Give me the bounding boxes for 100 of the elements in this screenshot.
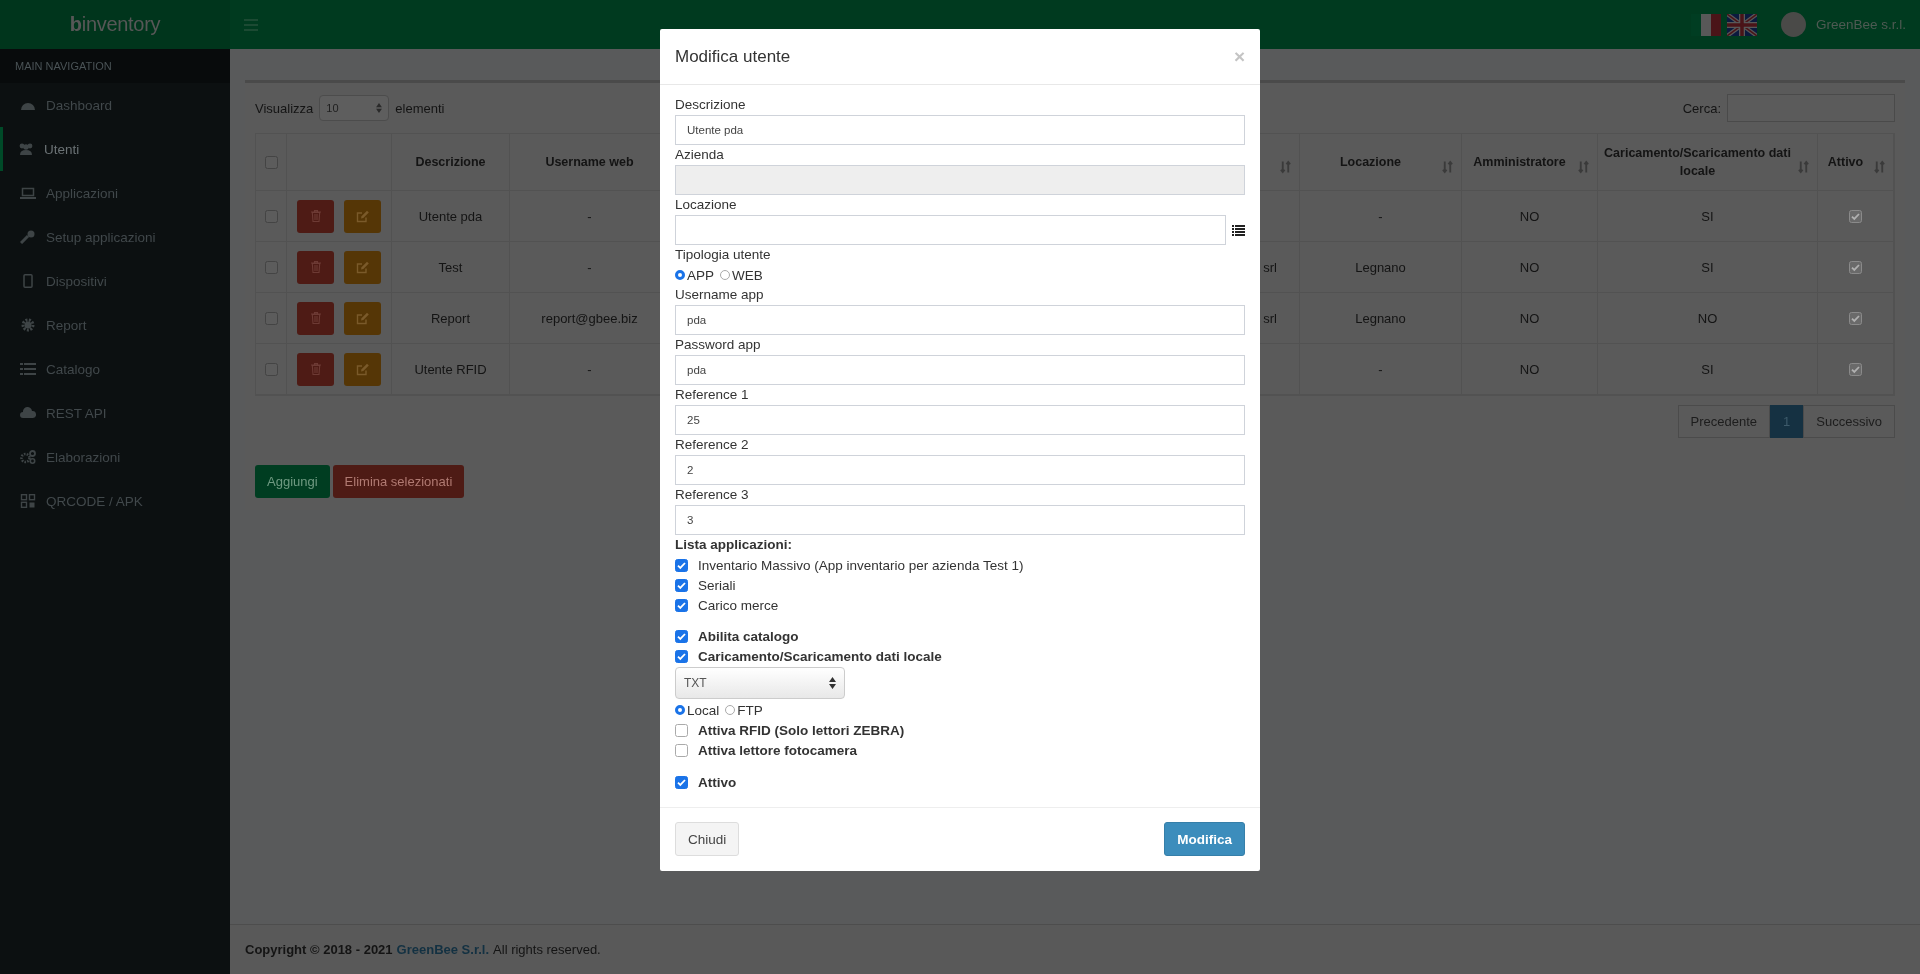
sidebar-item[interactable]: Dispositivi [0, 259, 230, 303]
text-input[interactable]: 25 [675, 405, 1245, 435]
checkbox[interactable] [675, 629, 688, 643]
checkbox-label[interactable]: Carico merce [698, 597, 779, 613]
entries-label: elementi [395, 100, 445, 116]
delete-button[interactable] [297, 352, 334, 386]
radio-button[interactable] [675, 705, 685, 715]
avatar[interactable] [1780, 12, 1806, 37]
show-label: Visualizza [255, 100, 314, 116]
checkbox-label[interactable]: Caricamento/Scaricamento dati locale [698, 648, 942, 664]
sort-icon[interactable] [1874, 160, 1885, 174]
column-header[interactable]: Attivo [1818, 134, 1894, 191]
select-arrows-icon[interactable] [829, 677, 836, 689]
checkbox-label[interactable]: Attiva lettore fotocamera [698, 742, 858, 758]
text-input[interactable]: 2 [675, 455, 1245, 485]
format-select[interactable]: TXT [675, 667, 845, 699]
table-cell: - [1300, 191, 1462, 242]
sort-icon[interactable] [1798, 160, 1809, 174]
text-input[interactable]: 3 [675, 505, 1245, 535]
checkbox-label[interactable]: Inventario Massivo (App inventario per azienda Test 1) [698, 557, 1024, 573]
column-header[interactable]: Descrizione [392, 134, 510, 191]
checkbox-label[interactable]: Attiva RFID (Solo lettori ZEBRA) [698, 722, 905, 738]
sidebar-item[interactable]: Report [0, 303, 230, 347]
search-label: Cerca: [1682, 100, 1721, 116]
field-label: Azienda [675, 146, 725, 164]
checkbox[interactable] [675, 723, 688, 737]
text-input[interactable] [675, 215, 1226, 245]
wrench-icon [20, 230, 36, 244]
radio-button[interactable] [675, 270, 685, 280]
checkbox[interactable] [675, 743, 688, 757]
list-icon [20, 362, 36, 376]
checkbox[interactable] [675, 649, 688, 663]
checkbox-label[interactable]: Attivo [698, 774, 737, 790]
edit-button[interactable] [344, 352, 381, 386]
gear-icon [20, 318, 36, 332]
menu-icon[interactable] [244, 18, 258, 31]
checkbox[interactable] [264, 362, 278, 376]
sidebar-item[interactable]: QRCODE / APK [0, 479, 230, 523]
checkbox-label[interactable]: Seriali [698, 577, 736, 593]
edit-button[interactable] [344, 301, 381, 335]
checkbox[interactable] [675, 558, 688, 572]
delete-selected-button[interactable]: Elimina selezionati [332, 465, 465, 498]
submit-button[interactable]: Modifica [1164, 822, 1245, 856]
checkbox[interactable] [1849, 209, 1862, 223]
checkbox[interactable] [264, 311, 278, 325]
gears-icon [20, 450, 36, 464]
checkbox-label[interactable]: Abilita catalogo [698, 628, 799, 644]
radio-label[interactable]: FTP [737, 702, 763, 718]
checkbox[interactable] [264, 155, 278, 169]
pagination-button[interactable]: Successivo [1803, 405, 1895, 438]
checkbox[interactable] [1849, 311, 1862, 325]
checkbox[interactable] [264, 260, 278, 274]
radio-button[interactable] [725, 705, 736, 715]
text-input[interactable]: pda [675, 355, 1245, 385]
trash-icon [310, 312, 321, 324]
sidebar-item[interactable]: Catalogo [0, 347, 230, 391]
sidebar-item[interactable]: Utenti [0, 127, 230, 171]
radio-button[interactable] [720, 270, 730, 280]
column-header[interactable]: Amministratore [1462, 134, 1598, 191]
checkbox[interactable] [675, 578, 688, 592]
table-cell: Utente pda [392, 191, 510, 242]
radio-label[interactable]: APP [687, 267, 714, 283]
sort-icon[interactable] [1442, 160, 1453, 174]
table-cell: NO [1462, 293, 1598, 344]
checkbox[interactable] [264, 209, 278, 223]
edit-icon [355, 209, 370, 223]
pagination-button[interactable]: Precedente [1677, 405, 1770, 438]
field-label: Reference 2 [675, 436, 750, 454]
column-header[interactable]: Caricamento/Scaricamento dati locale [1598, 134, 1818, 191]
delete-button[interactable] [297, 250, 334, 284]
sidebar-item[interactable]: REST API [0, 391, 230, 435]
page-size-select[interactable]: 10 [319, 95, 390, 121]
sidebar-item[interactable]: Elaborazioni [0, 435, 230, 479]
sidebar-item[interactable]: Dashboard [0, 83, 230, 127]
table-cell: Test [392, 242, 510, 293]
edit-button[interactable] [344, 199, 381, 233]
column-header[interactable]: Locazione [1300, 134, 1462, 191]
uk-flag-icon[interactable] [1726, 13, 1757, 36]
radio-label[interactable]: WEB [732, 267, 763, 283]
text-input[interactable]: Utente pda [675, 115, 1245, 145]
table-cell: - [1300, 344, 1462, 395]
close-dialog-button[interactable]: Chiudi [675, 822, 740, 856]
delete-button[interactable] [297, 199, 334, 233]
list-icon[interactable] [1232, 224, 1245, 236]
sort-icon[interactable] [1280, 160, 1291, 174]
sort-icon[interactable] [1578, 160, 1589, 174]
app-logo[interactable]: binventory [0, 0, 230, 49]
text-input[interactable]: pda [675, 305, 1245, 335]
radio-label[interactable]: Local [687, 702, 720, 718]
checkbox[interactable] [1849, 362, 1862, 376]
edit-icon [355, 362, 370, 376]
checkbox[interactable] [675, 598, 688, 612]
delete-button[interactable] [297, 301, 334, 335]
sidebar-item[interactable]: Applicazioni [0, 171, 230, 215]
add-button[interactable]: Aggiungi [255, 465, 330, 498]
sidebar-item[interactable]: Setup applicazioni [0, 215, 230, 259]
checkbox[interactable] [675, 775, 688, 789]
company-link[interactable]: GreenBee S.r.l. [396, 942, 490, 957]
edit-button[interactable] [344, 250, 381, 284]
checkbox[interactable] [1849, 260, 1862, 274]
